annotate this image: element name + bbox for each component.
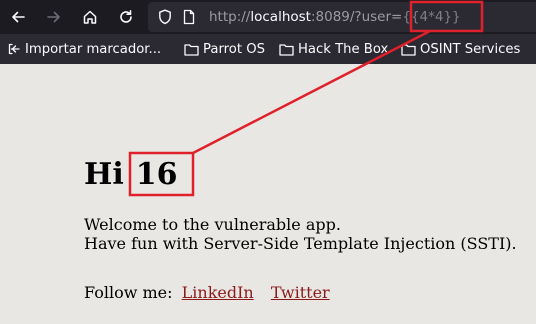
rendered-result: 16 [135,157,178,192]
import-icon [8,43,20,55]
reload-icon [120,10,132,23]
bookmark-label: Importar marcador... [25,41,162,57]
reload-button[interactable] [114,5,138,29]
bookmarks-bar: Importar marcador... Parrot OS Hack The … [0,34,536,64]
ssti-line: Have fun with Server-Side Template Injec… [84,234,517,253]
url-injection-payload: {{4*4}} [402,9,461,25]
forward-button[interactable] [42,5,66,29]
page-icon [183,9,195,25]
forward-arrow-icon [47,11,60,23]
browser-toolbar: http://localhost:8089/?user={{4*4}} [0,0,536,34]
bookmark-label: Parrot OS [203,41,265,57]
follow-line: Follow me: LinkedIn Twitter [84,283,330,302]
back-arrow-icon [12,11,25,23]
bookmark-parrot-os[interactable]: Parrot OS [184,40,265,58]
folder-icon [279,43,294,56]
twitter-link[interactable]: Twitter [271,283,330,302]
bookmark-label: OSINT Services [420,41,521,57]
url-prefix: http:// [209,9,251,25]
folder-icon [401,43,416,56]
url-text[interactable]: http://localhost:8089/?user={{4*4}} [209,9,461,25]
welcome-paragraph: Welcome to the vulnerable app. Have fun … [84,215,517,253]
greeting-heading: Hi 16 [84,158,178,192]
welcome-line: Welcome to the vulnerable app. [84,215,341,234]
address-bar[interactable]: http://localhost:8089/?user={{4*4}} [148,2,536,32]
linkedin-link[interactable]: LinkedIn [182,283,254,302]
url-suffix: :8089/?user= [310,9,403,25]
home-icon [83,10,97,24]
url-host: localhost [250,9,311,25]
page-content: Hi 16 Welcome to the vulnerable app. Have… [0,64,536,324]
greeting-word: Hi [84,157,124,192]
bookmark-hack-the-box[interactable]: Hack The Box [279,40,388,58]
bookmark-import[interactable]: Importar marcador... [7,40,161,58]
bookmark-osint-services[interactable]: OSINT Services [401,40,520,58]
back-button[interactable] [6,5,30,29]
shield-icon [159,9,171,25]
bookmark-label: Hack The Box [298,41,389,57]
folder-icon [184,43,199,56]
home-button[interactable] [78,5,102,29]
follow-label: Follow me: [84,283,173,302]
